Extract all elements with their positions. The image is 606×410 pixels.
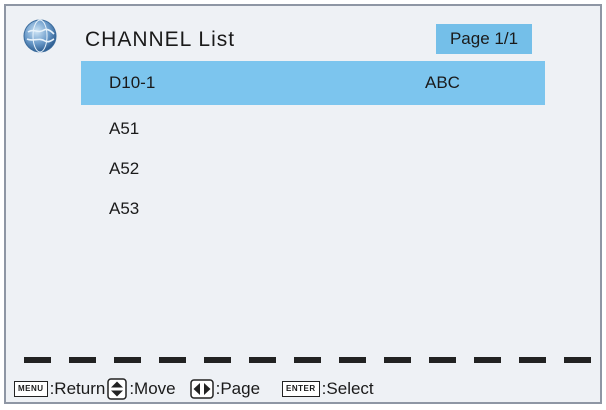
page-title: CHANNEL List [85,28,236,51]
channel-row[interactable]: A52 [81,147,545,191]
page-hint-label: :Page [215,379,261,398]
left-right-arrows-icon [189,379,214,399]
up-down-arrows-icon [107,378,128,400]
channel-service: ABC [425,73,460,92]
channel-name: D10-1 [109,73,156,92]
channel-name: A53 [109,199,140,218]
globe-icon [23,19,57,53]
page-indicator-badge: Page 1/1 [436,24,532,54]
channel-list-panel: CHANNEL List Page 1/1 D10-1 ABC A51 A52 … [4,4,602,404]
hint-bar: MENU :Return :Move :Page ENTER :Select [14,374,374,404]
channel-name: A52 [109,159,140,178]
footer-divider [24,357,591,363]
menu-hint-label: :Return [49,379,106,398]
select-hint-label: :Select [321,379,374,398]
channel-row[interactable]: A51 [81,107,545,151]
channel-name: A51 [109,119,140,138]
channel-row-selected[interactable]: D10-1 ABC [81,61,545,105]
enter-key-icon: ENTER [282,381,320,397]
move-hint-label: :Move [129,379,176,398]
channel-row[interactable]: A53 [81,187,545,231]
menu-key-icon: MENU [14,381,48,397]
